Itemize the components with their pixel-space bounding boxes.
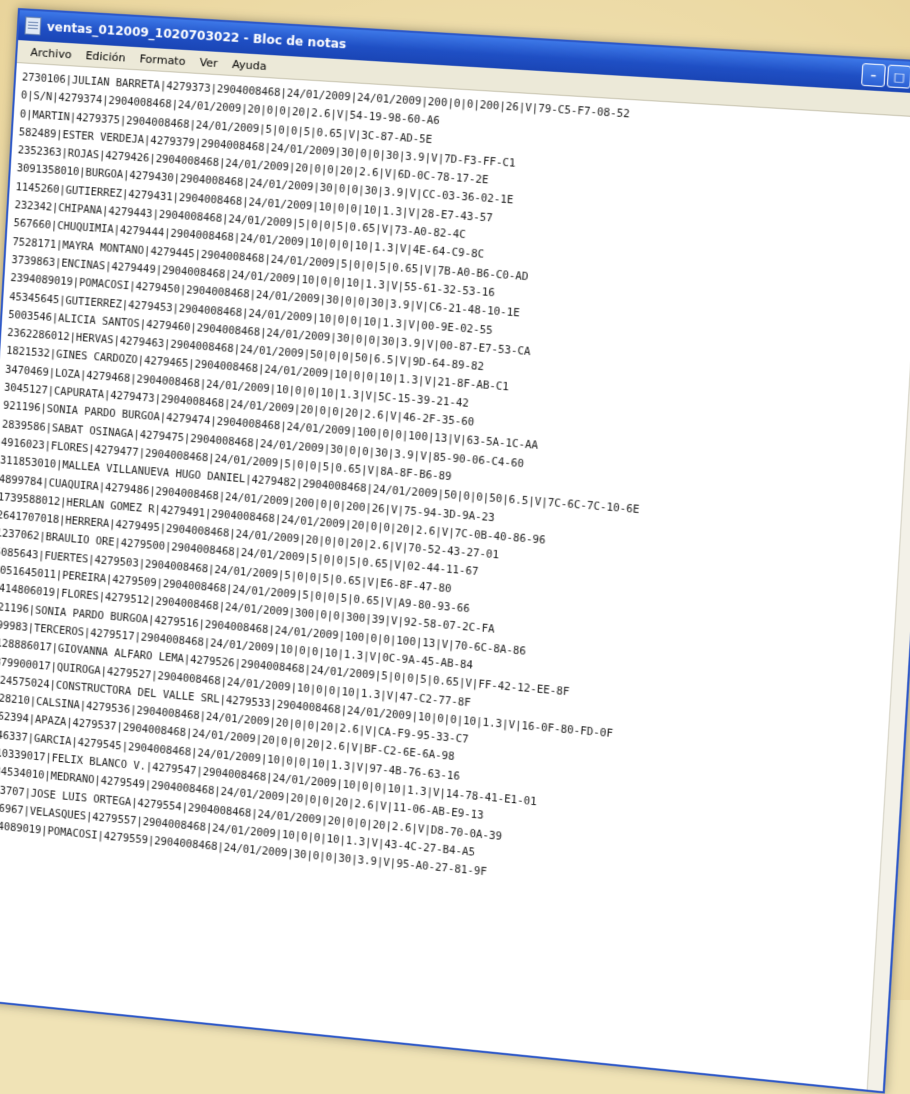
menu-formato[interactable]: Formato	[132, 51, 193, 68]
text-editor-area[interactable]: 2730106|JULIAN BARRETA|4279373|290400846…	[0, 64, 910, 1092]
menu-archivo[interactable]: Archivo	[23, 45, 79, 61]
menu-ayuda[interactable]: Ayuda	[225, 57, 275, 73]
minimize-icon[interactable]: –	[861, 63, 886, 88]
menu-ver[interactable]: Ver	[192, 55, 225, 70]
window-controls: – □ ✕	[861, 63, 910, 90]
notepad-icon	[24, 16, 42, 36]
menu-edicion[interactable]: Edición	[78, 48, 133, 64]
maximize-icon[interactable]: □	[886, 64, 910, 89]
notepad-window: ventas_012009_1020703022 - Bloc de notas…	[0, 8, 910, 1094]
